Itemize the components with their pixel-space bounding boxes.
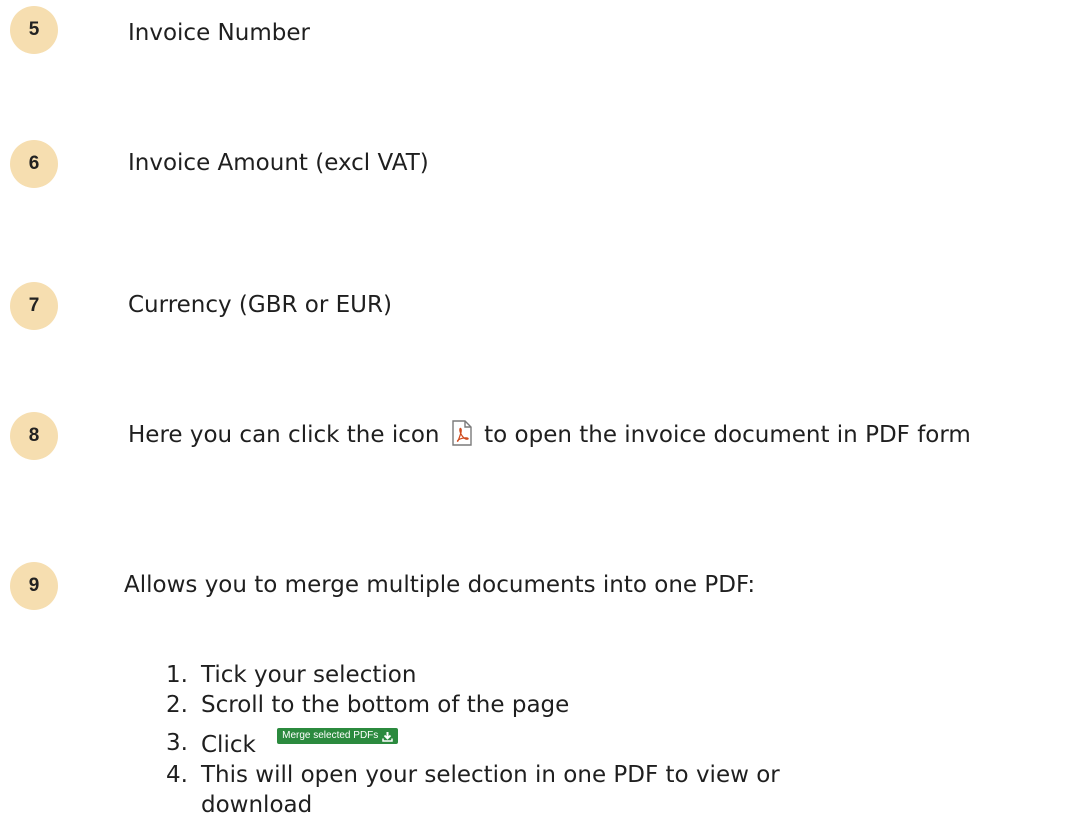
badge-number: 9 [28, 575, 40, 596]
merge-button-label: Merge selected PDFs [282, 730, 379, 741]
step-text: This will open your selection in one PDF… [201, 762, 780, 818]
item-pdf-text-after: to open the invoice document in PDF form [484, 422, 971, 448]
step-number: 1. [166, 662, 188, 688]
merge-steps-list: 1. Tick your selection 2. Scroll to the … [166, 660, 866, 820]
item-invoice-number: Invoice Number [128, 20, 310, 46]
step-text: Tick your selection [201, 662, 417, 688]
step-badge-6: 6 [10, 140, 58, 188]
item-merge-pdfs: Allows you to merge multiple documents i… [124, 572, 756, 598]
download-icon [382, 731, 394, 742]
merge-selected-pdfs-button[interactable]: Merge selected PDFs [277, 728, 399, 744]
badge-number: 8 [28, 425, 40, 446]
step-badge-5: 5 [10, 6, 58, 54]
item-pdf-open: Here you can click the icon to open the … [128, 420, 971, 454]
step-badge-7: 7 [10, 282, 58, 330]
step-text: Scroll to the bottom of the page [201, 692, 570, 718]
step-number: 4. [166, 762, 188, 788]
step-number: 3. [166, 730, 188, 756]
list-item: 1. Tick your selection [166, 660, 866, 690]
list-item: 3. Click Merge selected PDFs [166, 728, 866, 760]
badge-number: 6 [28, 153, 40, 174]
list-item: 4. This will open your selection in one … [166, 760, 866, 820]
step-badge-8: 8 [10, 412, 58, 460]
item-currency: Currency (GBR or EUR) [128, 292, 392, 318]
badge-number: 7 [28, 295, 40, 316]
item-pdf-text-before: Here you can click the icon [128, 422, 440, 448]
badge-number: 5 [28, 19, 40, 40]
item-invoice-amount: Invoice Amount (excl VAT) [128, 150, 429, 176]
step-badge-9: 9 [10, 562, 58, 610]
step-text: Click [201, 732, 256, 758]
list-item: 2. Scroll to the bottom of the page [166, 690, 866, 720]
pdf-file-icon [451, 420, 473, 454]
step-number: 2. [166, 692, 188, 718]
